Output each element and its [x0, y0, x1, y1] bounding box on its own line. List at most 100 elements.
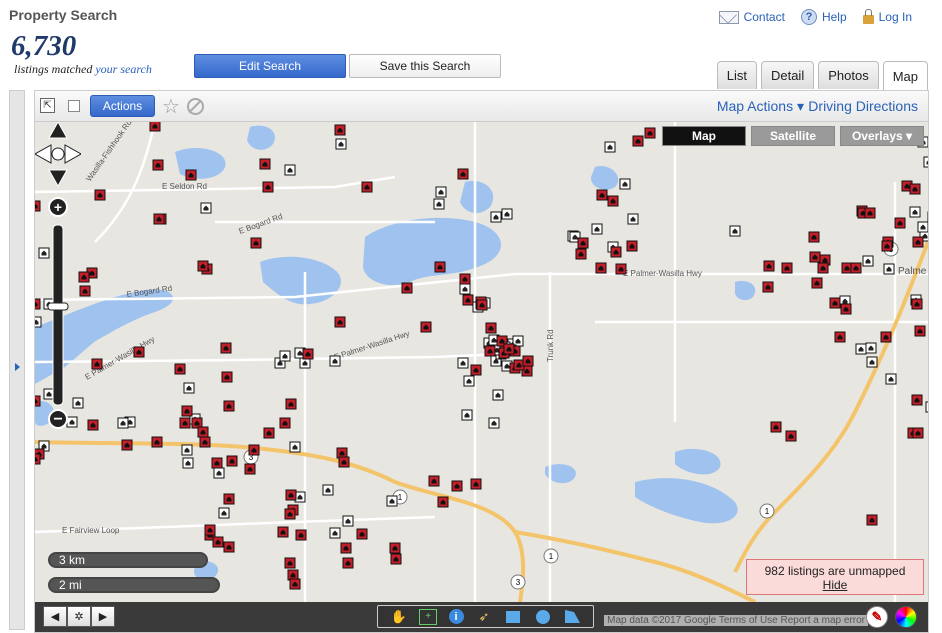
- lake: [675, 448, 721, 475]
- map-canvas[interactable]: Wasilla-Fishhook Rd E Seldon Rd E Bogard…: [35, 122, 928, 602]
- help-link[interactable]: ? Help: [800, 9, 847, 25]
- map-actions-dropdown[interactable]: Map Actions ▾: [717, 98, 804, 115]
- route-number: 1: [398, 493, 403, 502]
- pan-left-icon[interactable]: [35, 144, 52, 164]
- actions-button[interactable]: Actions: [90, 95, 155, 117]
- pan-control[interactable]: [35, 122, 81, 188]
- count-sub-emphasis: your search: [95, 62, 152, 76]
- lake: [363, 217, 502, 286]
- zoom-slider-track[interactable]: [52, 224, 64, 406]
- polygon-select-shape: [564, 610, 580, 623]
- fit-all-icon[interactable]: ✲: [67, 606, 91, 627]
- overlays-dropdown[interactable]: Overlays ▾: [840, 126, 924, 146]
- hide-icon[interactable]: [187, 98, 204, 115]
- tab-list[interactable]: List: [716, 61, 757, 89]
- sidebar-toggle[interactable]: [9, 90, 25, 630]
- expand-right-icon: [15, 363, 20, 371]
- expand-icon[interactable]: ⇱: [40, 98, 55, 113]
- previous-icon[interactable]: ◀: [43, 606, 67, 627]
- listing-count: 6,730: [11, 30, 77, 62]
- listing-count-subtitle: listings matched your search: [14, 62, 152, 77]
- map-type-satellite-button[interactable]: Satellite: [751, 126, 835, 146]
- route-number: 1: [549, 552, 554, 561]
- tab-map[interactable]: Map: [882, 61, 928, 90]
- road-label: E Fairview Loop: [62, 526, 120, 535]
- pager-controls: ◀ ✲ ▶: [43, 606, 115, 627]
- route-number: 3: [516, 578, 521, 587]
- zoom-slider-handle[interactable]: [47, 302, 69, 311]
- lake: [175, 147, 226, 179]
- lake: [590, 166, 619, 190]
- next-icon[interactable]: ▶: [91, 606, 115, 627]
- route-shield: 3: [510, 574, 526, 590]
- login-label: Log In: [878, 10, 912, 24]
- tab-detail[interactable]: Detail: [760, 61, 815, 89]
- pan-down-icon[interactable]: [48, 169, 68, 188]
- edit-search-button[interactable]: Edit Search: [194, 54, 346, 78]
- road-label: E Bogard Rd: [238, 212, 284, 236]
- chevron-down-icon: ▾: [796, 98, 804, 114]
- lake: [460, 181, 494, 214]
- map-navigation-control: + −: [35, 122, 81, 429]
- map-svg: Wasilla-Fishhook Rd E Seldon Rd E Bogard…: [35, 122, 928, 602]
- mail-icon: [718, 10, 739, 24]
- pan-up-icon[interactable]: [48, 122, 68, 139]
- road-label: Trunk Rd: [546, 329, 555, 362]
- polygon-select-icon[interactable]: [563, 609, 581, 625]
- map-credit[interactable]: Map data ©2017 Google Terms of Use Repor…: [604, 615, 868, 626]
- color-picker-icon[interactable]: [895, 606, 917, 628]
- lock-icon: [862, 9, 874, 24]
- lake: [635, 478, 738, 524]
- property-search-app: Property Search 6,730 listings matched y…: [0, 0, 942, 633]
- map-panel: ⇱ Actions ☆ Map Actions ▾ Driving Direct…: [34, 90, 929, 633]
- zoom-box-icon[interactable]: +: [419, 608, 438, 625]
- road: [94, 122, 157, 243]
- info-icon[interactable]: i: [448, 609, 464, 624]
- map-actions-label: Map Actions: [716, 98, 794, 114]
- save-search-button[interactable]: Save this Search: [349, 54, 501, 78]
- route-shield: 1: [543, 548, 559, 564]
- rectangle-select-icon[interactable]: [504, 609, 522, 625]
- pan-center-icon[interactable]: [51, 147, 65, 161]
- unmapped-text: 982 listings are unmapped: [764, 564, 906, 578]
- map-type-map-button[interactable]: Map: [662, 126, 746, 146]
- hide-unmapped-link[interactable]: Hide: [747, 578, 923, 592]
- contact-link[interactable]: Contact: [718, 9, 785, 25]
- pan-right-icon[interactable]: [64, 144, 81, 164]
- lake: [247, 125, 275, 150]
- contact-label: Contact: [743, 10, 785, 24]
- road-label: E Palmer-Wasilla Hwy: [623, 269, 702, 278]
- count-sub-text: listings matched: [14, 62, 96, 76]
- route-shields: 3 3 1 1 1 3: [243, 241, 899, 590]
- view-tabs: List Detail Photos Map: [716, 61, 928, 90]
- help-label: Help: [821, 10, 847, 24]
- road-label: E Seldon Rd: [162, 182, 207, 191]
- lake: [734, 281, 756, 301]
- road-label: Wasilla-Fishhook Rd: [84, 122, 133, 183]
- star-icon[interactable]: ☆: [162, 94, 180, 119]
- hand-pan-icon[interactable]: ✋: [390, 609, 408, 625]
- scale-bar-km: 3 km: [48, 552, 208, 568]
- zoom-in-glyph: +: [54, 199, 62, 215]
- route-shield: 1: [759, 503, 775, 519]
- tab-photos[interactable]: Photos: [818, 61, 879, 89]
- select-all-checkbox[interactable]: [68, 100, 80, 112]
- page-title: Property Search: [9, 7, 118, 23]
- driving-directions-link[interactable]: Driving Directions: [808, 98, 918, 114]
- unmapped-notice: 982 listings are unmapped Hide: [746, 559, 924, 595]
- listing-pin[interactable]: [925, 401, 928, 413]
- lasso-icon[interactable]: ➶: [475, 609, 493, 625]
- route-number: 1: [765, 507, 770, 516]
- map-toolbar: ⇱ Actions ☆ Map Actions ▾ Driving Direct…: [35, 91, 928, 122]
- map-tools: ✋ + i ➶: [377, 605, 594, 628]
- scale-bar-mi: 2 mi: [48, 577, 220, 593]
- polygon-select-svg: [564, 610, 580, 623]
- help-icon: ?: [800, 9, 817, 25]
- zoom-out-glyph: −: [53, 411, 62, 428]
- login-link[interactable]: Log In: [862, 9, 912, 25]
- top-links: Contact ? Help Log In: [718, 9, 912, 25]
- circle-select-icon[interactable]: [534, 609, 552, 625]
- draw-pencil-icon[interactable]: ✎: [866, 606, 888, 628]
- road-label: Palme: [898, 266, 927, 277]
- map-bottom-bar: ◀ ✲ ▶ ✋ + i ➶ Map data ©2017 Google Term…: [35, 602, 928, 632]
